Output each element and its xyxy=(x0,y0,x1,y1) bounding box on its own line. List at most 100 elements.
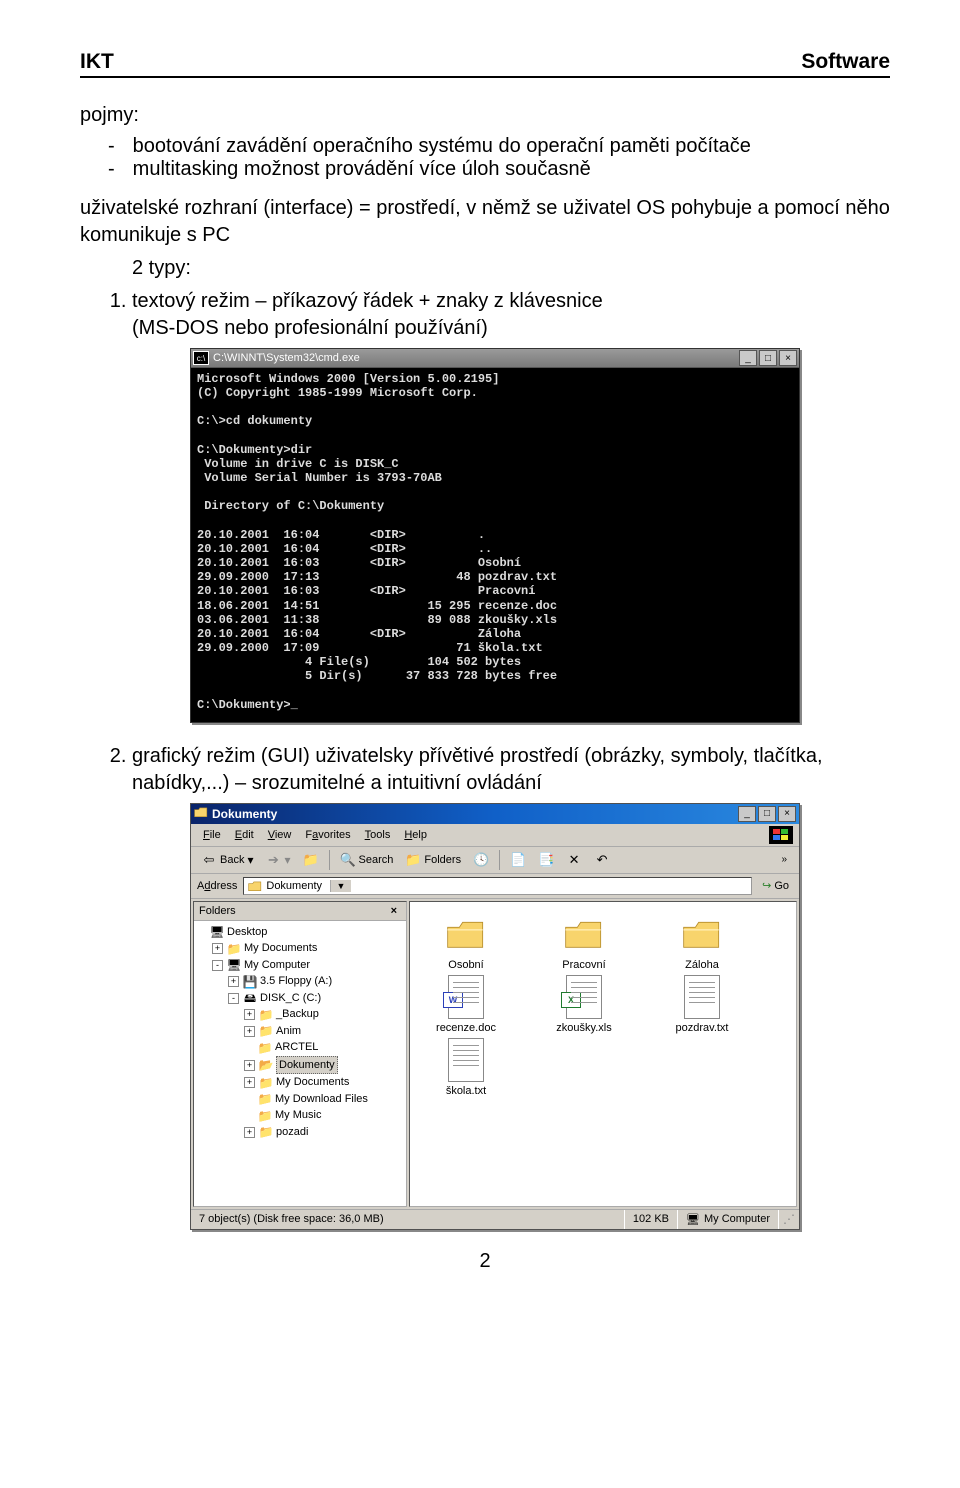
folder-icon xyxy=(560,912,608,956)
cmd-titlebar[interactable]: c:\ C:\WINNT\System32\cmd.exe _ □ × xyxy=(191,349,799,368)
pojmy-label: pojmy: xyxy=(80,102,890,129)
maximize-button[interactable]: □ xyxy=(759,350,777,366)
cmd-output[interactable]: Microsoft Windows 2000 [Version 5.00.219… xyxy=(191,368,799,722)
windows-logo-icon xyxy=(769,826,793,844)
minimize-button[interactable]: _ xyxy=(738,806,756,822)
history-button[interactable]: 🕓 xyxy=(469,850,493,870)
numitem-1: textový režim – příkazový řádek + znaky … xyxy=(132,288,890,342)
numitem-1-line1: textový režim – příkazový řádek + znaky … xyxy=(132,290,603,312)
tree-label: My Documents xyxy=(244,940,317,957)
tree-row[interactable]: 📁My Download Files xyxy=(196,1091,404,1108)
tree-label: ARCTEL xyxy=(275,1039,318,1056)
drive-icon: 🖴 xyxy=(243,992,257,1004)
header-left: IKT xyxy=(80,50,114,74)
file-label: pozdrav.txt xyxy=(652,1022,752,1034)
text-doc-icon xyxy=(442,1038,490,1082)
menu-view[interactable]: View xyxy=(262,827,298,843)
file-item[interactable]: Wrecenze.doc xyxy=(416,975,516,1034)
explorer-titlebar[interactable]: Dokumenty _ □ × xyxy=(191,804,799,824)
folder-tree[interactable]: 🖥Desktop+📁My Documents-🖥My Computer+💾3.5… xyxy=(194,921,406,1206)
delete-button[interactable]: ✕ xyxy=(562,850,586,870)
close-panel-button[interactable]: × xyxy=(387,905,401,917)
back-button[interactable]: ⇦Back ▾ xyxy=(197,850,258,870)
tree-row[interactable]: +📁_Backup xyxy=(196,1006,404,1023)
file-label: recenze.doc xyxy=(416,1022,516,1034)
expand-icon[interactable]: + xyxy=(244,1127,255,1138)
file-pane[interactable]: Osobní Pracovní Záloha Wrecenze.doc Xzkoušky… xyxy=(409,901,797,1207)
menu-bar: File Edit View Favorites Tools Help xyxy=(191,824,799,847)
tree-label: 3.5 Floppy (A:) xyxy=(260,973,332,990)
para-2typy: 2 typy: xyxy=(80,255,890,282)
desktop-icon: 🖥 xyxy=(210,926,224,938)
moveto-button[interactable]: 📄 xyxy=(506,850,530,870)
menu-tools[interactable]: Tools xyxy=(359,827,397,843)
tree-label: My Documents xyxy=(276,1074,349,1091)
forward-button[interactable]: ➔ ▾ xyxy=(262,850,295,870)
expand-icon[interactable]: + xyxy=(244,1009,255,1020)
file-item[interactable]: Osobní xyxy=(416,912,516,971)
file-item[interactable]: Záloha xyxy=(652,912,752,971)
expand-icon[interactable]: + xyxy=(244,1077,255,1088)
folder-icon: 📁 xyxy=(227,943,241,955)
copyto-button[interactable]: 📑 xyxy=(534,850,558,870)
magnifier-folder-icon xyxy=(194,806,208,821)
tree-label: Anim xyxy=(276,1023,301,1040)
folder-icon: 📁 xyxy=(259,1025,273,1037)
tree-row[interactable]: -🖴DISK_C (C:) xyxy=(196,990,404,1007)
expand-icon[interactable]: + xyxy=(244,1026,255,1037)
address-dropdown[interactable]: ▼ xyxy=(330,880,351,892)
maximize-button[interactable]: □ xyxy=(758,806,776,822)
resize-grip[interactable]: ⋰ xyxy=(779,1210,799,1229)
file-item[interactable]: pozdrav.txt xyxy=(652,975,752,1034)
folder-icon xyxy=(678,912,726,956)
menu-file[interactable]: File xyxy=(197,827,227,843)
close-button[interactable]: × xyxy=(778,806,796,822)
close-button[interactable]: × xyxy=(779,350,797,366)
search-button[interactable]: 🔍Search xyxy=(336,850,398,870)
file-item[interactable]: Pracovní xyxy=(534,912,634,971)
go-icon: ↪ xyxy=(762,879,771,892)
file-label: Pracovní xyxy=(534,959,634,971)
go-button[interactable]: ↪ Go xyxy=(758,877,793,894)
explorer-title: Dokumenty xyxy=(212,807,277,821)
up-button[interactable]: 📁 xyxy=(299,850,323,870)
tree-row[interactable]: -🖥My Computer xyxy=(196,957,404,974)
folder-icon: 📁 xyxy=(259,1009,273,1021)
separator xyxy=(499,850,500,870)
status-location-text: My Computer xyxy=(704,1213,770,1225)
tree-row[interactable]: 📁ARCTEL xyxy=(196,1039,404,1056)
address-input[interactable]: Dokumenty ▼ xyxy=(243,877,752,895)
minimize-button[interactable]: _ xyxy=(739,350,757,366)
tree-label: DISK_C (C:) xyxy=(260,990,321,1007)
toolbar-overflow[interactable]: » xyxy=(775,854,793,865)
file-item[interactable]: Xzkoušky.xls xyxy=(534,975,634,1034)
text-doc-icon xyxy=(678,975,726,1019)
tree-row[interactable]: + 📁Anim xyxy=(196,1023,404,1040)
numitem-2: grafický režim (GUI) uživatelsky přívěti… xyxy=(132,743,890,797)
tree-row[interactable]: + 📁My Documents xyxy=(196,940,404,957)
history-icon: 🕓 xyxy=(473,852,489,868)
tree-row[interactable]: 🖥Desktop xyxy=(196,924,404,941)
tree-label: Dokumenty xyxy=(276,1056,338,1075)
tree-row[interactable]: +📁pozadi xyxy=(196,1124,404,1141)
copyto-icon: 📑 xyxy=(538,852,554,868)
status-bar: 7 object(s) (Disk free space: 36,0 MB) 1… xyxy=(191,1209,799,1229)
computer-icon: 🖥 xyxy=(227,959,241,971)
collapse-icon[interactable]: - xyxy=(228,993,239,1004)
expand-icon[interactable]: + xyxy=(228,976,239,987)
tree-row[interactable]: 📁My Music xyxy=(196,1107,404,1124)
tree-row[interactable]: +📁My Documents xyxy=(196,1074,404,1091)
collapse-icon[interactable]: - xyxy=(212,960,223,971)
undo-button[interactable]: ↶ xyxy=(590,850,614,870)
menu-edit[interactable]: Edit xyxy=(229,827,260,843)
explorer-window: Dokumenty _ □ × File Edit View Favorites… xyxy=(190,803,800,1230)
tree-row[interactable]: +💾3.5 Floppy (A:) xyxy=(196,973,404,990)
folders-button[interactable]: 📁Folders xyxy=(401,850,465,870)
tree-row[interactable]: +📂Dokumenty xyxy=(196,1056,404,1075)
expand-icon[interactable]: + xyxy=(244,1060,255,1071)
expand-icon[interactable]: + xyxy=(212,943,223,954)
menu-favorites[interactable]: Favorites xyxy=(299,827,356,843)
menu-help[interactable]: Help xyxy=(398,827,433,843)
address-bar: Address Dokumenty ▼ ↪ Go xyxy=(191,874,799,899)
file-item[interactable]: škola.txt xyxy=(416,1038,516,1097)
